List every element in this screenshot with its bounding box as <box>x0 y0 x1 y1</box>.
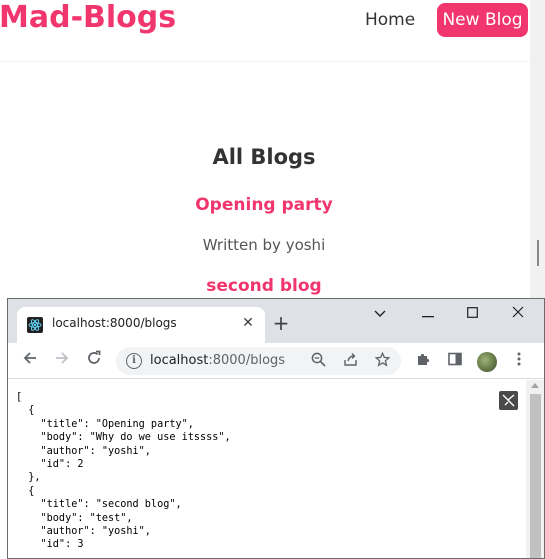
content-scrollbar[interactable] <box>526 380 544 558</box>
share-icon[interactable] <box>341 352 359 370</box>
react-favicon-icon <box>27 317 43 333</box>
maximize-icon[interactable] <box>452 303 492 327</box>
back-arrow-icon[interactable] <box>19 350 41 372</box>
url-host: localhost <box>150 353 209 368</box>
new-tab-plus-icon[interactable]: + <box>270 312 292 334</box>
blog-title-link[interactable]: second blog <box>0 276 528 296</box>
page-scroll-thumb[interactable] <box>537 240 539 266</box>
bookmark-star-icon[interactable] <box>373 351 391 370</box>
forward-arrow-icon[interactable] <box>51 350 73 372</box>
json-text: [ { "title": "Opening party", "body": "W… <box>16 392 231 551</box>
address-bar[interactable]: i localhost:8000/blogs <box>116 347 401 375</box>
profile-avatar[interactable] <box>477 352 497 372</box>
site-info-icon[interactable]: i <box>126 353 142 369</box>
json-viewer-toggle-icon[interactable] <box>499 391 518 410</box>
more-menu-icon[interactable] <box>508 350 530 372</box>
page-title: All Blogs <box>212 145 316 169</box>
scroll-up-arrow-icon[interactable] <box>531 383 539 388</box>
browser-window: localhost:8000/blogs ✕ + i localhost:800… <box>7 298 545 559</box>
reload-icon[interactable] <box>83 350 105 372</box>
blog-byline: Written by yoshi <box>202 236 326 254</box>
side-panel-icon[interactable] <box>444 350 466 372</box>
tab-strip: localhost:8000/blogs ✕ + <box>8 299 544 343</box>
blog-title-link[interactable]: Opening party <box>0 195 528 215</box>
navbar: Mad-Blogs Home New Blog <box>0 0 530 62</box>
nav-link-home[interactable]: Home <box>365 10 415 30</box>
json-viewer: [ { "title": "Opening party", "body": "W… <box>8 380 544 558</box>
close-window-icon[interactable] <box>498 303 538 327</box>
address-url[interactable]: localhost:8000/blogs <box>150 353 285 368</box>
extensions-puzzle-icon[interactable] <box>412 350 434 372</box>
minimize-icon[interactable] <box>408 303 448 327</box>
tab-title: localhost:8000/blogs <box>52 316 177 330</box>
brand-logo[interactable]: Mad-Blogs <box>0 0 176 35</box>
nav-button-new-blog[interactable]: New Blog <box>437 3 528 37</box>
url-path: :8000/blogs <box>208 353 286 368</box>
browser-toolbar: i localhost:8000/blogs <box>8 343 544 379</box>
content-scroll-thumb[interactable] <box>530 394 541 558</box>
zoom-icon[interactable] <box>309 352 327 370</box>
tab-search-chevron-icon[interactable] <box>360 303 400 327</box>
browser-tab[interactable]: localhost:8000/blogs ✕ <box>17 307 265 343</box>
close-tab-icon[interactable]: ✕ <box>239 314 257 332</box>
